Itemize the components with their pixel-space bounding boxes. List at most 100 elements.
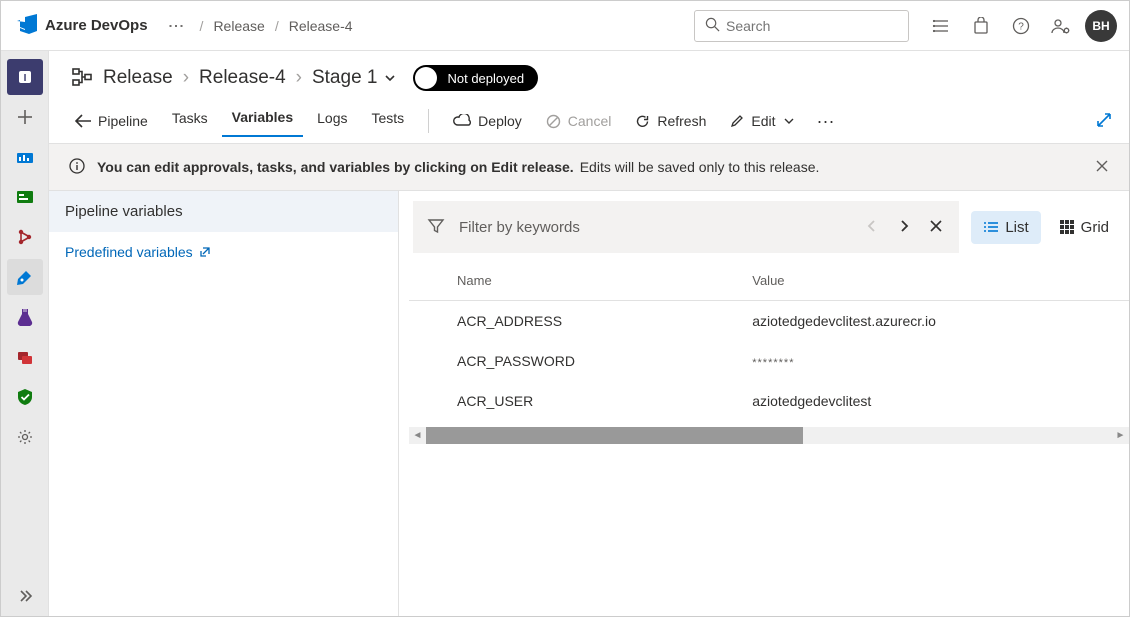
header-crumb-release4[interactable]: Release-4	[283, 18, 359, 34]
project-switcher-icon[interactable]: ⋮	[166, 6, 186, 46]
filter-prev-button	[863, 219, 881, 236]
header-crumb-release[interactable]: Release	[207, 18, 270, 34]
avatar[interactable]: BH	[1085, 10, 1117, 42]
var-name: ACR_PASSWORD	[409, 341, 744, 381]
filter-next-button[interactable]	[895, 219, 913, 236]
scroll-left-button[interactable]: ◄	[409, 427, 426, 444]
filter-clear-button[interactable]	[927, 219, 945, 236]
breadcrumb-sep: /	[196, 18, 208, 34]
nav-settings[interactable]	[7, 419, 43, 455]
filter-icon	[427, 217, 445, 238]
pill-knob	[415, 67, 437, 89]
edit-button[interactable]: Edit	[720, 109, 804, 133]
external-link-icon	[199, 246, 211, 258]
var-name: ACR_ADDRESS	[409, 301, 744, 342]
brand-label: Azure DevOps	[45, 17, 148, 34]
user-settings-icon[interactable]	[1041, 6, 1081, 46]
main-content: Release › Release-4 › Stage 1 Not deploy…	[49, 51, 1129, 616]
chevron-down-icon	[383, 71, 397, 85]
var-value: ********	[744, 341, 1129, 381]
horizontal-scrollbar[interactable]: ◄ ►	[409, 427, 1129, 444]
nav-test-plans[interactable]	[7, 299, 43, 335]
var-name: ACR_USER	[409, 381, 744, 421]
scroll-thumb[interactable]	[426, 427, 803, 444]
release-breadcrumb-row: Release › Release-4 › Stage 1 Not deploy…	[49, 51, 1129, 99]
marketplace-icon[interactable]	[961, 6, 1001, 46]
filter-bar: Filter by keywords	[409, 201, 1129, 263]
release-toolbar: Pipeline Tasks Variables Logs Tests Depl…	[49, 99, 1129, 143]
table-row[interactable]: ACR_USER aziotedgedevclitest	[409, 381, 1129, 421]
svg-text:I: I	[23, 73, 26, 84]
nav-repos[interactable]	[7, 179, 43, 215]
work-items-icon[interactable]	[921, 6, 961, 46]
deploy-button[interactable]: Deploy	[443, 109, 532, 133]
filter-placeholder: Filter by keywords	[459, 219, 849, 236]
search-box[interactable]	[694, 10, 909, 42]
nav-compliance[interactable]	[7, 379, 43, 415]
filter-box[interactable]: Filter by keywords	[413, 201, 959, 253]
cancel-button: Cancel	[536, 109, 622, 133]
bc-stage-dropdown[interactable]: Stage 1	[312, 67, 398, 89]
var-value: aziotedgedevclitest	[744, 381, 1129, 421]
info-icon	[69, 158, 85, 177]
fullscreen-button[interactable]	[1095, 111, 1113, 132]
col-name[interactable]: Name	[409, 263, 744, 301]
search-input[interactable]	[726, 18, 907, 34]
col-value[interactable]: Value	[744, 263, 1129, 301]
var-value: aziotedgedevclitest.azurecr.io	[744, 301, 1129, 342]
cancel-icon	[546, 114, 561, 129]
variables-split: Pipeline variables Predefined variables …	[49, 191, 1129, 616]
nav-expand[interactable]	[7, 578, 43, 614]
release-path-icon	[71, 66, 93, 91]
variables-side-panel: Pipeline variables Predefined variables	[49, 191, 399, 616]
refresh-button[interactable]: Refresh	[625, 109, 716, 133]
table-row[interactable]: ACR_PASSWORD ********	[409, 341, 1129, 381]
banner-close-button[interactable]	[1095, 159, 1109, 176]
deployment-status-pill[interactable]: Not deployed	[413, 65, 538, 91]
list-icon	[983, 219, 999, 235]
view-toggle: List Grid	[971, 211, 1121, 244]
grid-view-button[interactable]: Grid	[1047, 211, 1121, 244]
bc-sep: ›	[183, 67, 189, 89]
nav-pipelines[interactable]	[7, 259, 43, 295]
table-row[interactable]: ACR_ADDRESS aziotedgedevclitest.azurecr.…	[409, 301, 1129, 342]
azure-devops-logo-icon	[17, 14, 37, 37]
svg-text:?: ?	[1018, 21, 1024, 32]
tab-tasks[interactable]: Tasks	[162, 106, 218, 136]
bc-sep: ›	[296, 67, 302, 89]
banner-bold-text: You can edit approvals, tasks, and varia…	[97, 159, 574, 175]
bc-release-4[interactable]: Release-4	[199, 67, 286, 89]
edit-release-banner: You can edit approvals, tasks, and varia…	[49, 143, 1129, 191]
cloud-icon	[453, 114, 471, 128]
grid-icon	[1059, 219, 1075, 235]
back-pipeline-button[interactable]: Pipeline	[65, 107, 158, 135]
toolbar-divider	[428, 109, 429, 133]
more-actions-button[interactable]: ···	[809, 111, 843, 132]
nav-pipelines-repo[interactable]	[7, 219, 43, 255]
list-view-button[interactable]: List	[971, 211, 1040, 244]
brand-area[interactable]: Azure DevOps	[9, 14, 156, 37]
left-nav: I	[1, 51, 49, 616]
refresh-icon	[635, 114, 650, 129]
nav-overview[interactable]: I	[7, 59, 43, 95]
tab-logs[interactable]: Logs	[307, 106, 357, 136]
scroll-right-button[interactable]: ►	[1112, 427, 1129, 444]
nav-boards[interactable]	[7, 139, 43, 175]
help-icon[interactable]: ?	[1001, 6, 1041, 46]
bc-release[interactable]: Release	[103, 67, 173, 89]
pipeline-variables-group[interactable]: Pipeline variables	[49, 191, 398, 232]
chevron-down-icon	[783, 115, 795, 127]
tab-variables[interactable]: Variables	[222, 105, 304, 137]
top-header: Azure DevOps ⋮ / Release / Release-4 ? B…	[1, 1, 1129, 51]
pencil-icon	[730, 114, 744, 128]
variables-content: Filter by keywords	[399, 191, 1129, 616]
nav-artifacts[interactable]	[7, 339, 43, 375]
breadcrumb-sep: /	[271, 18, 283, 34]
predefined-variables-link[interactable]: Predefined variables	[49, 232, 227, 272]
nav-add[interactable]	[7, 99, 43, 135]
tab-tests[interactable]: Tests	[361, 106, 414, 136]
banner-normal-text: Edits will be saved only to this release…	[580, 159, 820, 175]
scroll-track[interactable]	[426, 427, 1112, 444]
variables-table: Name Value ACR_ADDRESS aziotedgedevclite…	[409, 263, 1129, 421]
search-icon	[705, 17, 720, 35]
